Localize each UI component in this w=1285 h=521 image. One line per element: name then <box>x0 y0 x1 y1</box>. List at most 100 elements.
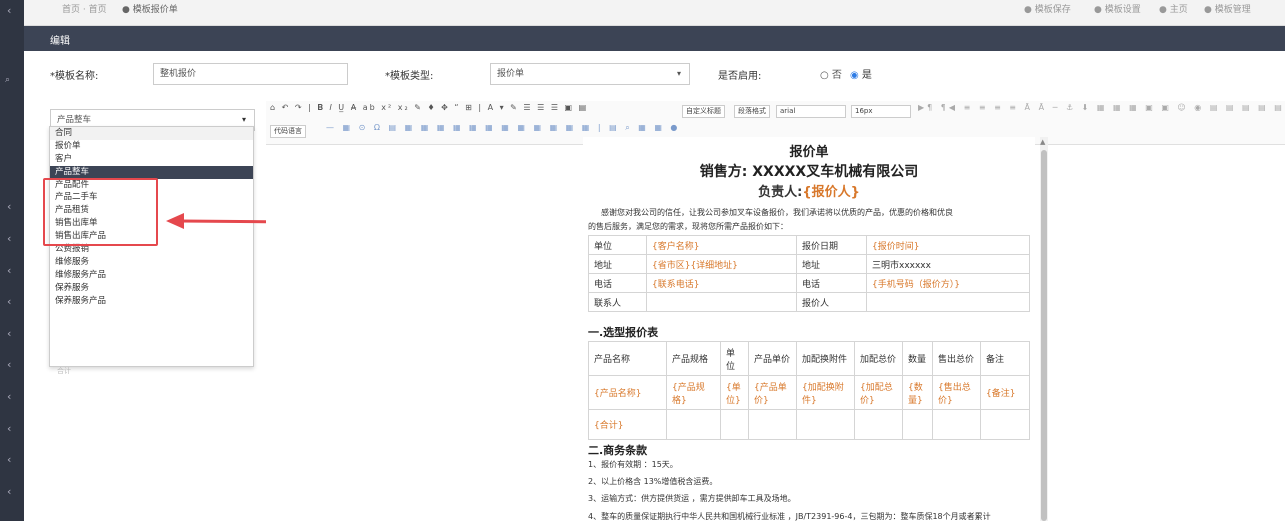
chevron-left-icon[interactable]: ‹ <box>7 232 11 245</box>
info-table: 单位 {客户名称} 报价日期 {报价时间} 地址 {省市区}{详细地址} 地址 … <box>588 235 1030 312</box>
table-header: 备注 <box>980 341 1030 376</box>
term-item: 3、运输方式：供方提供货运 ，需方提供卸车工具及场地。 <box>588 494 796 503</box>
radio-yes[interactable]: ◉ 是 <box>850 66 872 81</box>
edit-header: 编辑 <box>24 26 1285 51</box>
table-cell: {产品规格} <box>666 375 721 410</box>
paragraph-format-select[interactable]: 段落格式 <box>734 105 770 118</box>
owner-prefix: 负责人: <box>758 185 803 200</box>
template-type-select[interactable]: 报价单 ▾ <box>490 63 690 85</box>
table-cell: 联系人 <box>588 292 647 312</box>
hidden-total-text: 合计 <box>57 367 71 375</box>
chevron-left-icon[interactable]: ‹ <box>7 422 11 435</box>
table-cell: {数量} <box>902 375 933 410</box>
left-rail: ‹ ⌕ ‹ ‹ ‹ ‹ ‹ ‹ ‹ ‹ ‹ ‹ <box>0 0 24 521</box>
template-type-label: *模板类型: <box>385 71 434 82</box>
template-name-label: *模板名称: <box>50 71 99 82</box>
chevron-left-icon[interactable]: ‹ <box>7 295 11 308</box>
table-cell <box>854 409 903 440</box>
toolbar-formatting-icons[interactable]: ⌂ ↶ ↷ | 𝐁 𝐼 U̲ A̶ ab x² x₂ ✎ ♦ ✥ “ ⊞ | A… <box>270 103 588 113</box>
custom-title-select[interactable]: 自定义标题 <box>682 105 725 118</box>
doc-intro-line1: 感谢您对我公司的信任，让我公司参加叉车设备报价，我们承诺将以优质的产品，优惠的价… <box>601 208 953 217</box>
field-type-value: 产品整车 <box>57 115 92 125</box>
field-type-options: 合同 报价单 客户 产品整车 产品配件 产品二手车 产品租赁 销售出库单 销售出… <box>49 126 254 367</box>
table-cell: {加配总价} <box>854 375 903 410</box>
table-cell <box>796 409 855 440</box>
option-item[interactable]: 保养服务产品 <box>50 295 253 308</box>
toolbar-extra-icons[interactable]: ▶¶ ¶◀ ≡ ≡ ≡ ≡ Ā Ā ─ ⚓ ⬇ ▦ ▦ ▦ ▣ ▣ ☺ ◉ ▤ … <box>918 103 1285 112</box>
chevron-left-icon[interactable]: ‹ <box>7 485 11 498</box>
doc-intro-line2: 的售后服务，满足您的需求，现将您所需产品报价如下： <box>588 222 788 231</box>
table-header-row: 产品名称 产品规格 单位 产品单价 加配换附件 加配总价 数量 售出总价 备注 <box>588 341 1030 376</box>
table-cell: {售出总价} <box>932 375 981 410</box>
table-cell: {备注} <box>980 375 1030 410</box>
table-cell <box>720 409 749 440</box>
table-header: 售出总价 <box>932 341 981 376</box>
tab-strip: 首页 · 首页 ● 模板报价单 ● 模板保存 ● 模板设置 ● 主页 ● 模板管… <box>24 0 1285 26</box>
option-item[interactable]: 报价单 <box>50 140 253 153</box>
radio-checked-icon: ◉ <box>850 70 859 81</box>
chevron-left-icon[interactable]: ‹ <box>7 390 11 403</box>
table-cell: {合计} <box>588 409 667 440</box>
option-item[interactable]: 维修服务 <box>50 256 253 269</box>
doc-owner: 负责人:{报价人} <box>583 181 1035 200</box>
code-language-select[interactable]: 代码语言 <box>270 125 306 138</box>
table-header: 数量 <box>902 341 933 376</box>
table-cell <box>902 409 933 440</box>
scrollbar-thumb[interactable] <box>1041 150 1047 521</box>
table-cell: {手机号码（报价方）} <box>866 273 1030 293</box>
radio-no[interactable]: ○ 否 <box>820 66 842 81</box>
option-item-selected[interactable]: 产品整车 <box>50 165 253 179</box>
tab-main[interactable]: ● 主页 <box>1159 2 1188 15</box>
template-name-input[interactable]: 整机报价 <box>153 63 348 85</box>
chevron-left-icon[interactable]: ‹ <box>7 200 11 213</box>
table-cell <box>866 292 1030 312</box>
table-cell: 电话 <box>796 273 867 293</box>
table-header: 加配总价 <box>854 341 903 376</box>
document-page[interactable]: 报价单 销售方: XXXXX叉车机械有限公司 负责人:{报价人} 感谢您对我公司… <box>583 137 1035 521</box>
annotation-box <box>43 178 158 246</box>
tab-quote-template[interactable]: ● 模板报价单 <box>122 2 178 15</box>
table-cell <box>646 292 797 312</box>
term-item: 4、整车的质量保证期执行中华人民共和国机械行业标准 ，JB/T2391-96-4… <box>588 512 991 521</box>
table-cell: {省市区}{详细地址} <box>646 254 797 274</box>
edit-title: 编辑 <box>50 36 70 47</box>
table-row: 电话 {联系电话} 电话 {手机号码（报价方）} <box>588 273 1030 293</box>
table-cell: {产品单价} <box>748 375 797 410</box>
chevron-left-icon[interactable]: ‹ <box>7 453 11 466</box>
toolbar-table-icons[interactable]: — ▦ ⊙ Ω ▤ ▦ ▦ ▦ ▦ ▦ ▦ ▦ ▦ ▦ ▦ ▦ ▦ | ▤ ⌕ … <box>326 123 680 133</box>
scroll-up-icon[interactable]: ▲ <box>1040 138 1045 146</box>
chevron-left-icon[interactable]: ‹ <box>7 327 11 340</box>
chevron-left-icon[interactable]: ‹ <box>7 358 11 371</box>
tab-manage[interactable]: ● 模板管理 <box>1204 2 1251 15</box>
selection-table: 产品名称 产品规格 单位 产品单价 加配换附件 加配总价 数量 售出总价 备注 … <box>588 341 1030 440</box>
table-header: 加配换附件 <box>796 341 855 376</box>
table-cell: 地址 <box>588 254 647 274</box>
search-icon[interactable]: ⌕ <box>5 75 10 85</box>
option-item[interactable]: 保养服务 <box>50 282 253 295</box>
chevron-left-icon[interactable]: ‹ <box>7 4 11 17</box>
table-cell: {加配换附件} <box>796 375 855 410</box>
doc-seller: 销售方: XXXXX叉车机械有限公司 <box>699 164 919 180</box>
tab-home[interactable]: 首页 · 首页 <box>62 2 107 15</box>
option-item[interactable]: 客户 <box>50 153 253 166</box>
table-cell <box>666 409 721 440</box>
table-header: 产品名称 <box>588 341 667 376</box>
font-family-select[interactable]: arial <box>776 105 846 118</box>
table-cell: 单位 <box>588 235 647 255</box>
option-item[interactable]: 合同 <box>50 127 253 140</box>
table-header: 产品单价 <box>748 341 797 376</box>
table-cell <box>932 409 981 440</box>
table-cell <box>748 409 797 440</box>
radio-no-label: 否 <box>831 70 842 81</box>
tab-save[interactable]: ● 模板保存 <box>1024 2 1071 15</box>
option-item[interactable]: 维修服务产品 <box>50 269 253 282</box>
chevron-left-icon[interactable]: ‹ <box>7 264 11 277</box>
table-cell: 报价日期 <box>796 235 867 255</box>
font-size-select[interactable]: 16px <box>851 105 911 118</box>
tab-settings[interactable]: ● 模板设置 <box>1094 2 1141 15</box>
table-header: 单位 <box>720 341 749 376</box>
template-type-value: 报价单 <box>497 69 525 79</box>
table-cell: 地址 <box>796 254 867 274</box>
table-cell: {客户名称} <box>646 235 797 255</box>
table-cell <box>980 409 1030 440</box>
